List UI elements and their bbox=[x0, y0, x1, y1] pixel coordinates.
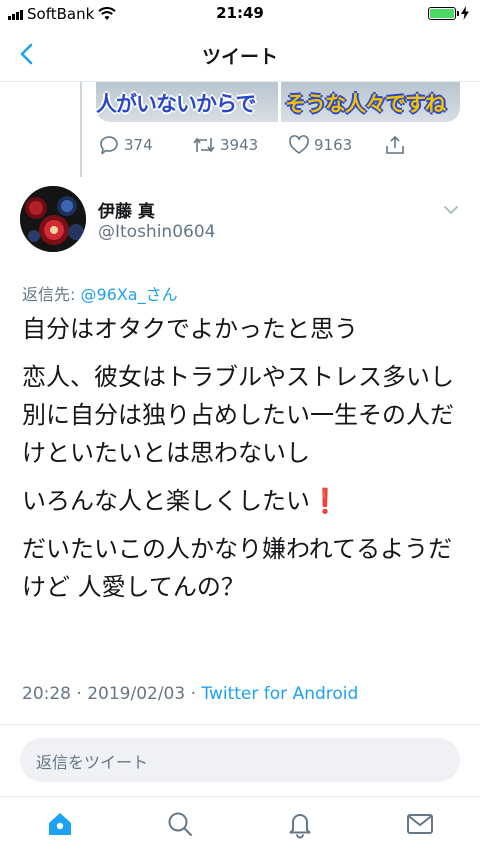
nav-bar: ツイート bbox=[0, 28, 480, 82]
tab-messages[interactable] bbox=[405, 809, 435, 839]
tweet-paragraph: いろんな人と楽しくしたい bbox=[22, 487, 310, 515]
media-caption-left: 人がいないからで bbox=[96, 92, 256, 116]
reply-action[interactable]: 374 bbox=[98, 134, 153, 156]
bell-icon bbox=[289, 814, 311, 839]
avatar[interactable] bbox=[20, 186, 86, 252]
tweet-paragraph-with-emoji: いろんな人と楽しくしたい❗ bbox=[22, 482, 462, 520]
status-time: 21:49 bbox=[216, 4, 264, 22]
search-icon bbox=[168, 812, 192, 836]
status-bar: SoftBank 21:49 bbox=[0, 0, 480, 28]
share-icon bbox=[386, 135, 404, 154]
page-title: ツイート bbox=[201, 46, 278, 68]
reply-icon bbox=[100, 136, 118, 155]
share-action[interactable] bbox=[384, 134, 406, 156]
tab-home[interactable] bbox=[45, 809, 75, 839]
tweet-text: 自分はオタクでよかったと思う 恋人、彼女はトラブルやストレス多いし 別に自分は独… bbox=[22, 310, 462, 616]
reply-count: 374 bbox=[124, 136, 153, 154]
thread-line bbox=[80, 82, 82, 177]
reply-mention-link[interactable]: @96Xa_さん bbox=[80, 285, 177, 304]
tab-search[interactable] bbox=[165, 809, 195, 839]
heart-icon bbox=[289, 135, 309, 154]
status-right bbox=[428, 6, 470, 20]
divider bbox=[0, 724, 480, 725]
like-action[interactable]: 9163 bbox=[288, 134, 352, 156]
tweet-source-link[interactable]: Twitter for Android bbox=[201, 684, 358, 704]
battery-icon bbox=[428, 6, 459, 20]
tab-notifications[interactable] bbox=[285, 809, 315, 839]
reply-placeholder: 返信をツイート bbox=[36, 753, 149, 772]
tweet-metadata: 20:28 · 2019/02/03 · Twitter for Android bbox=[22, 684, 358, 704]
more-options-button[interactable] bbox=[442, 202, 460, 216]
reply-input[interactable]: 返信をツイート bbox=[20, 738, 460, 782]
avatar-image bbox=[20, 186, 86, 252]
tweet-paragraph: だいたいこの人かなり嫌われてるようだけど 人愛してんの？ bbox=[22, 535, 453, 601]
retweet-icon bbox=[193, 137, 215, 153]
reply-prefix: 返信先: bbox=[22, 285, 81, 304]
charging-icon bbox=[461, 6, 469, 20]
retweet-action[interactable]: 3943 bbox=[192, 134, 258, 156]
tweet-paragraph: 自分はオタクでよかったと思う bbox=[22, 315, 358, 343]
media-caption-right: そうな人々ですね bbox=[285, 92, 446, 116]
retweet-count: 3943 bbox=[220, 136, 259, 154]
tweet-paragraph: 恋人、彼女はトラブルやストレス多いし 別に自分は独り占めしたい一生その人だけとい… bbox=[22, 363, 454, 467]
tweet-media[interactable]: 人がいないからで そうな人々ですね bbox=[96, 82, 460, 122]
media-image-right[interactable]: そうな人々ですね bbox=[281, 82, 460, 122]
tab-bar bbox=[0, 796, 480, 854]
mail-icon bbox=[407, 814, 433, 834]
chevron-down-icon bbox=[444, 206, 458, 215]
home-icon bbox=[49, 813, 71, 835]
tweet-timestamp: 20:28 · 2019/02/03 · bbox=[22, 684, 202, 704]
like-count: 9163 bbox=[314, 136, 353, 154]
previous-tweet-actions: 374 3943 9163 bbox=[96, 134, 416, 164]
user-handle[interactable]: @Itoshin0604 bbox=[98, 222, 215, 242]
media-image-left[interactable]: 人がいないからで bbox=[96, 82, 278, 122]
exclamation-emoji: ❗ bbox=[310, 487, 340, 515]
display-name[interactable]: 伊藤 真 bbox=[98, 197, 155, 222]
reply-to-line: 返信先: @96Xa_さん bbox=[22, 281, 178, 305]
